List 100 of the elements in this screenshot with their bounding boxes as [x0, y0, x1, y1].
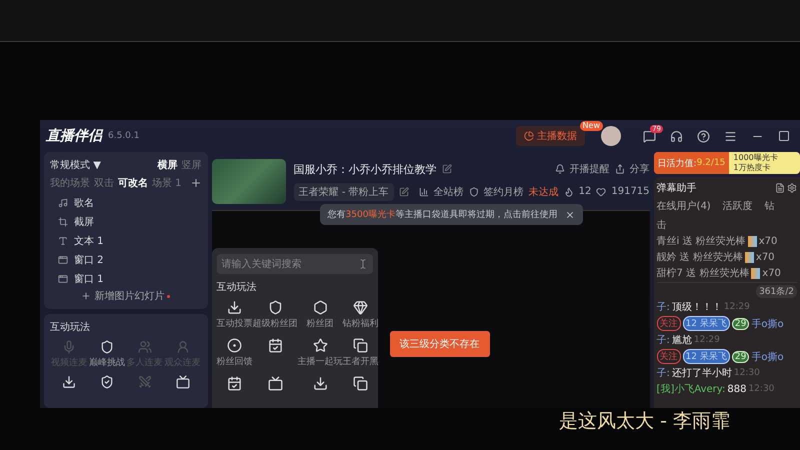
rank-status: 未达成 — [528, 186, 559, 198]
source-label[interactable]: 歌名 — [74, 196, 94, 210]
edit-icon[interactable] — [442, 164, 452, 174]
feature-icon[interactable] — [353, 338, 368, 353]
monthly-rank-link[interactable]: 签约月榜 — [484, 184, 524, 198]
message-count-badge: 361条/2 — [756, 285, 797, 298]
section-title: 互动玩法 — [216, 280, 258, 294]
window-icon — [58, 254, 68, 264]
scene-tab[interactable]: 可改名 — [118, 176, 148, 190]
heart-icon — [596, 186, 606, 196]
user-name[interactable]: 子: — [656, 300, 670, 314]
bell-icon[interactable] — [554, 164, 565, 174]
headset-icon[interactable] — [670, 130, 683, 142]
bar-chart-icon[interactable] — [418, 186, 429, 196]
site-rank-link[interactable]: 全站榜 — [434, 184, 464, 198]
text-cursor-icon — [358, 259, 368, 269]
error-toast: 该三级分类不存在 — [390, 331, 490, 357]
reward-text: 1万热度卡 — [733, 163, 772, 173]
menu-icon[interactable] — [724, 130, 737, 142]
share-icon[interactable] — [614, 164, 625, 174]
user-name[interactable]: [我]小飞Avery: — [656, 382, 726, 396]
feature-label[interactable]: 钻粉福利 — [342, 317, 379, 330]
feature-icon[interactable] — [100, 375, 114, 389]
add-slideshow-link[interactable]: 新增图片幻灯片 — [94, 289, 164, 303]
source-label[interactable]: 截屏 — [74, 214, 94, 228]
feature-icon[interactable] — [62, 375, 76, 389]
window-icon — [58, 274, 68, 284]
help-icon[interactable] — [697, 130, 710, 142]
feature-icon[interactable] — [268, 376, 283, 391]
user-name[interactable]: 手o撕o — [751, 316, 784, 330]
source-label[interactable]: 文本 1 — [74, 234, 104, 248]
orientation-tab[interactable]: 横屏 — [158, 158, 178, 172]
message-time: 12:30 — [748, 384, 774, 394]
scene-tab[interactable]: 场景 1 — [152, 176, 182, 190]
feature-icon[interactable] — [227, 376, 242, 391]
feature-label[interactable]: 互动投票 — [216, 317, 253, 330]
orientation-tab[interactable]: 竖屏 — [182, 158, 202, 172]
stream-title: 国服小乔：小乔小乔排位教学 — [294, 162, 437, 176]
feature-label[interactable]: 巅峰挑战 — [88, 356, 125, 369]
feature-icon[interactable] — [353, 300, 368, 315]
source-label[interactable]: 窗口 2 — [74, 252, 104, 266]
new-badge: New — [580, 121, 603, 131]
avatar[interactable] — [601, 126, 621, 146]
chat-tab[interactable]: 在线用户(4) — [656, 199, 711, 213]
user-name[interactable]: 子: — [656, 366, 670, 380]
feature-icon[interactable] — [312, 376, 328, 391]
feature-icon[interactable] — [312, 300, 328, 315]
gift-text: 击 — [656, 218, 667, 232]
chat-message: 888 — [727, 384, 746, 394]
like-count: 191715 — [611, 186, 650, 197]
feature-icon[interactable] — [176, 375, 190, 389]
category-tag[interactable]: 王者荣耀 - 带粉上车 — [294, 182, 394, 200]
scene-tab[interactable]: 双击 — [94, 176, 114, 190]
source-label[interactable]: 窗口 1 — [74, 272, 104, 286]
level-badge: 29 — [732, 350, 750, 362]
follow-button[interactable]: 关注 — [656, 349, 681, 364]
user-name[interactable]: 子: — [656, 333, 670, 347]
feature-icon[interactable] — [312, 338, 328, 353]
mode-selector[interactable]: 常规模式 ▼ — [50, 158, 101, 172]
gift-text: 青丝i 送 粉丝荧光棒 — [656, 234, 746, 248]
level-badge: 29 — [732, 318, 750, 330]
feature-label[interactable]: 粉丝团 — [306, 317, 334, 330]
search-field[interactable]: 请输入关键词搜索 — [216, 254, 373, 274]
settings-icon[interactable] — [787, 183, 797, 193]
feature-icon[interactable] — [227, 338, 242, 353]
add-icon — [81, 291, 92, 301]
feature-label[interactable]: 粉丝回馈 — [216, 355, 253, 368]
messages-icon[interactable] — [643, 130, 656, 142]
gift-count: x70 — [758, 236, 778, 246]
feature-icon[interactable] — [268, 300, 283, 315]
live-reminder-link[interactable]: 开播提醒 — [570, 162, 610, 176]
feature-icon[interactable] — [353, 376, 368, 391]
notice-toast[interactable]: 您有3500曝光卡等主播口袋道具即将过期，点击前往使用 — [320, 204, 584, 225]
feature-icon[interactable] — [268, 338, 283, 353]
fan-badge: 12 呆呆飞 — [682, 316, 730, 331]
streamer-data-button[interactable]: 主播数据 — [516, 126, 585, 146]
feature-icon[interactable] — [100, 340, 114, 354]
glow-stick-icon — [751, 268, 760, 278]
feature-icon[interactable] — [227, 300, 242, 315]
edit-icon[interactable] — [398, 186, 409, 196]
close-icon[interactable] — [565, 210, 576, 220]
notice-text[interactable]: 您有3500曝光卡等主播口袋道具即将过期，点击前往使用 — [328, 208, 558, 221]
feature-label[interactable]: 主播一起玩 — [298, 355, 343, 368]
follow-button[interactable]: 关注 — [656, 316, 681, 331]
document-icon[interactable] — [775, 183, 785, 193]
shield-icon[interactable] — [468, 186, 479, 196]
share-link[interactable]: 分享 — [630, 162, 650, 176]
chat-tab[interactable]: 钻 — [764, 199, 775, 213]
version-label: 6.5.0.1 — [108, 131, 140, 141]
chat-tab[interactable]: 活跃度 — [722, 199, 753, 213]
feature-label[interactable]: 王者开黑 — [342, 355, 379, 368]
add-icon[interactable] — [190, 177, 202, 189]
scene-tab[interactable]: 我的场景 — [50, 176, 90, 190]
panel-title: 互动玩法 — [50, 320, 90, 334]
energy-label: 日活力值:9.2/15 — [654, 152, 730, 174]
user-name[interactable]: 手o撕o — [751, 350, 784, 364]
maximize-icon[interactable] — [778, 130, 790, 142]
chat-message: 顶级！！！ — [672, 301, 722, 314]
text-icon — [58, 236, 68, 246]
feature-label[interactable]: 超级粉丝团 — [252, 317, 298, 330]
